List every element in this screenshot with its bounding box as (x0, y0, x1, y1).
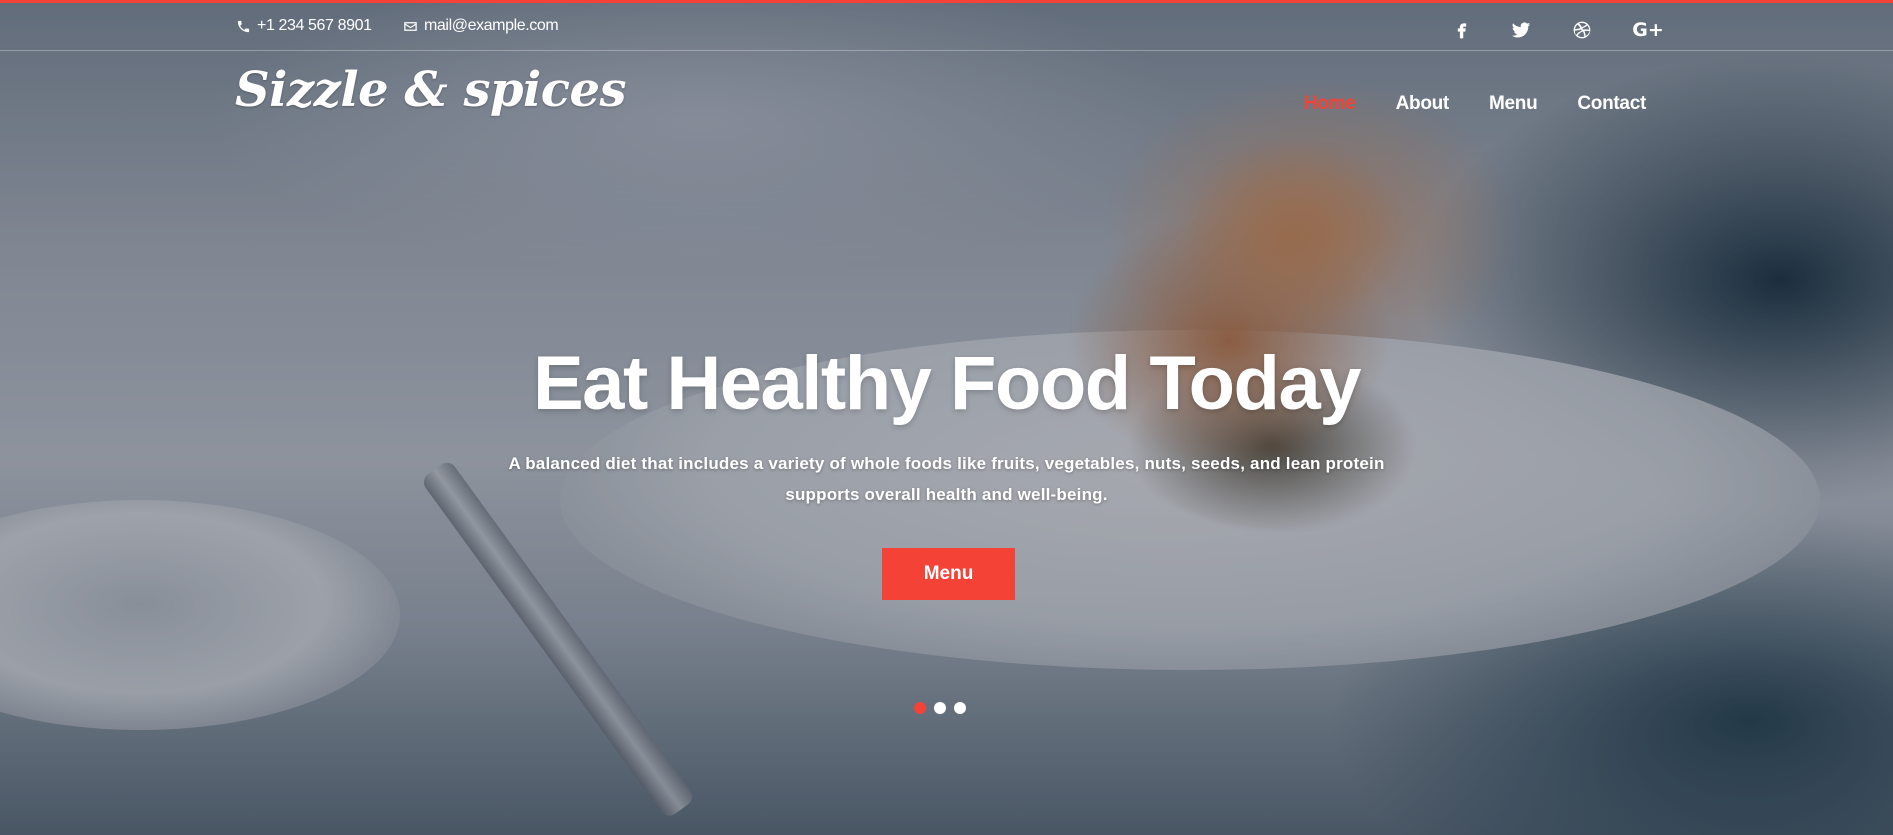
hero-menu-button[interactable]: Menu (882, 548, 1015, 600)
email-address: mail@example.com (424, 17, 559, 34)
nav-item-home[interactable]: Home (1304, 93, 1356, 115)
site-logo[interactable]: Sizzle & spices (235, 62, 627, 118)
carousel-dot-1[interactable] (914, 702, 926, 714)
phone-icon (237, 20, 250, 32)
twitter-icon (1511, 22, 1531, 38)
nav-item-about[interactable]: About (1396, 93, 1450, 115)
dribbble-icon (1573, 21, 1591, 39)
envelope-icon (404, 21, 417, 31)
phone-number: +1 234 567 8901 (257, 17, 372, 34)
email-contact[interactable]: mail@example.com (403, 17, 559, 35)
nav-item-menu[interactable]: Menu (1489, 93, 1538, 115)
topbar: +1 234 567 8901 mail@example.com G+ (0, 3, 1893, 51)
carousel-dot-2[interactable] (934, 702, 946, 714)
hero-title: Eat Healthy Food Today (532, 341, 1362, 426)
main-nav: Home About Menu Contact (1304, 93, 1646, 115)
twitter-link[interactable] (1506, 15, 1536, 45)
carousel-dots (914, 702, 966, 714)
facebook-icon (1457, 23, 1467, 39)
google-plus-icon: G+ (1632, 19, 1664, 41)
hero-subtitle-line-1: A balanced diet that includes a variety … (508, 454, 1385, 473)
carousel-dot-3[interactable] (954, 702, 966, 714)
hero-subtitle-line-2: supports overall health and well-being. (785, 485, 1108, 504)
google-plus-link[interactable]: G+ (1632, 15, 1664, 45)
hero-subtitle: A balanced diet that includes a variety … (500, 448, 1393, 510)
phone-contact[interactable]: +1 234 567 8901 (236, 17, 372, 35)
facebook-link[interactable] (1447, 15, 1477, 45)
nav-item-contact[interactable]: Contact (1577, 93, 1646, 115)
dribbble-link[interactable] (1567, 15, 1597, 45)
